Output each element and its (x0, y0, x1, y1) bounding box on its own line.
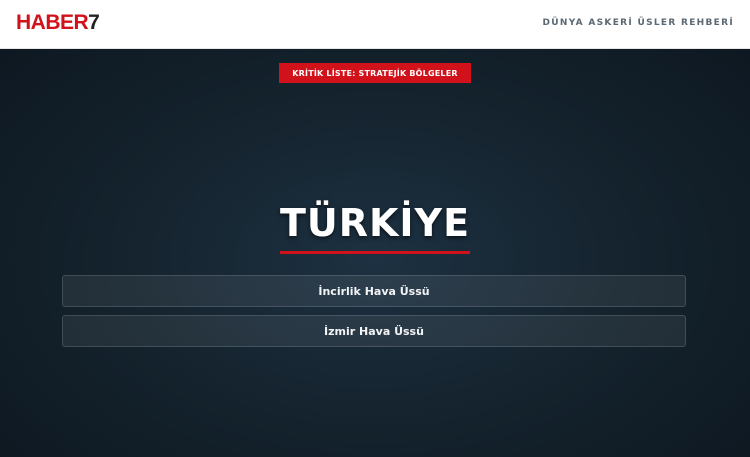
base-item-izmir[interactable]: İzmir Hava Üssü (62, 315, 686, 347)
title-underline (280, 251, 470, 254)
site-header: HABER7 DÜNYA ASKERİ ÜSLER REHBERİ (0, 0, 750, 49)
logo-number: 7 (88, 11, 100, 34)
base-item-incirlik[interactable]: İncirlik Hava Üssü (62, 275, 686, 307)
logo-text: HABER (16, 11, 89, 34)
site-logo[interactable]: HABER7 (16, 11, 100, 35)
critical-list-badge: KRİTİK LİSTE: STRATEJİK BÖLGELER (279, 63, 471, 83)
base-list: İncirlik Hava Üssü İzmir Hava Üssü (62, 275, 686, 355)
guide-title: DÜNYA ASKERİ ÜSLER REHBERİ (542, 18, 734, 28)
main-stage: KRİTİK LİSTE: STRATEJİK BÖLGELER TÜRKİYE… (0, 49, 750, 457)
country-title: TÜRKİYE (279, 201, 471, 245)
